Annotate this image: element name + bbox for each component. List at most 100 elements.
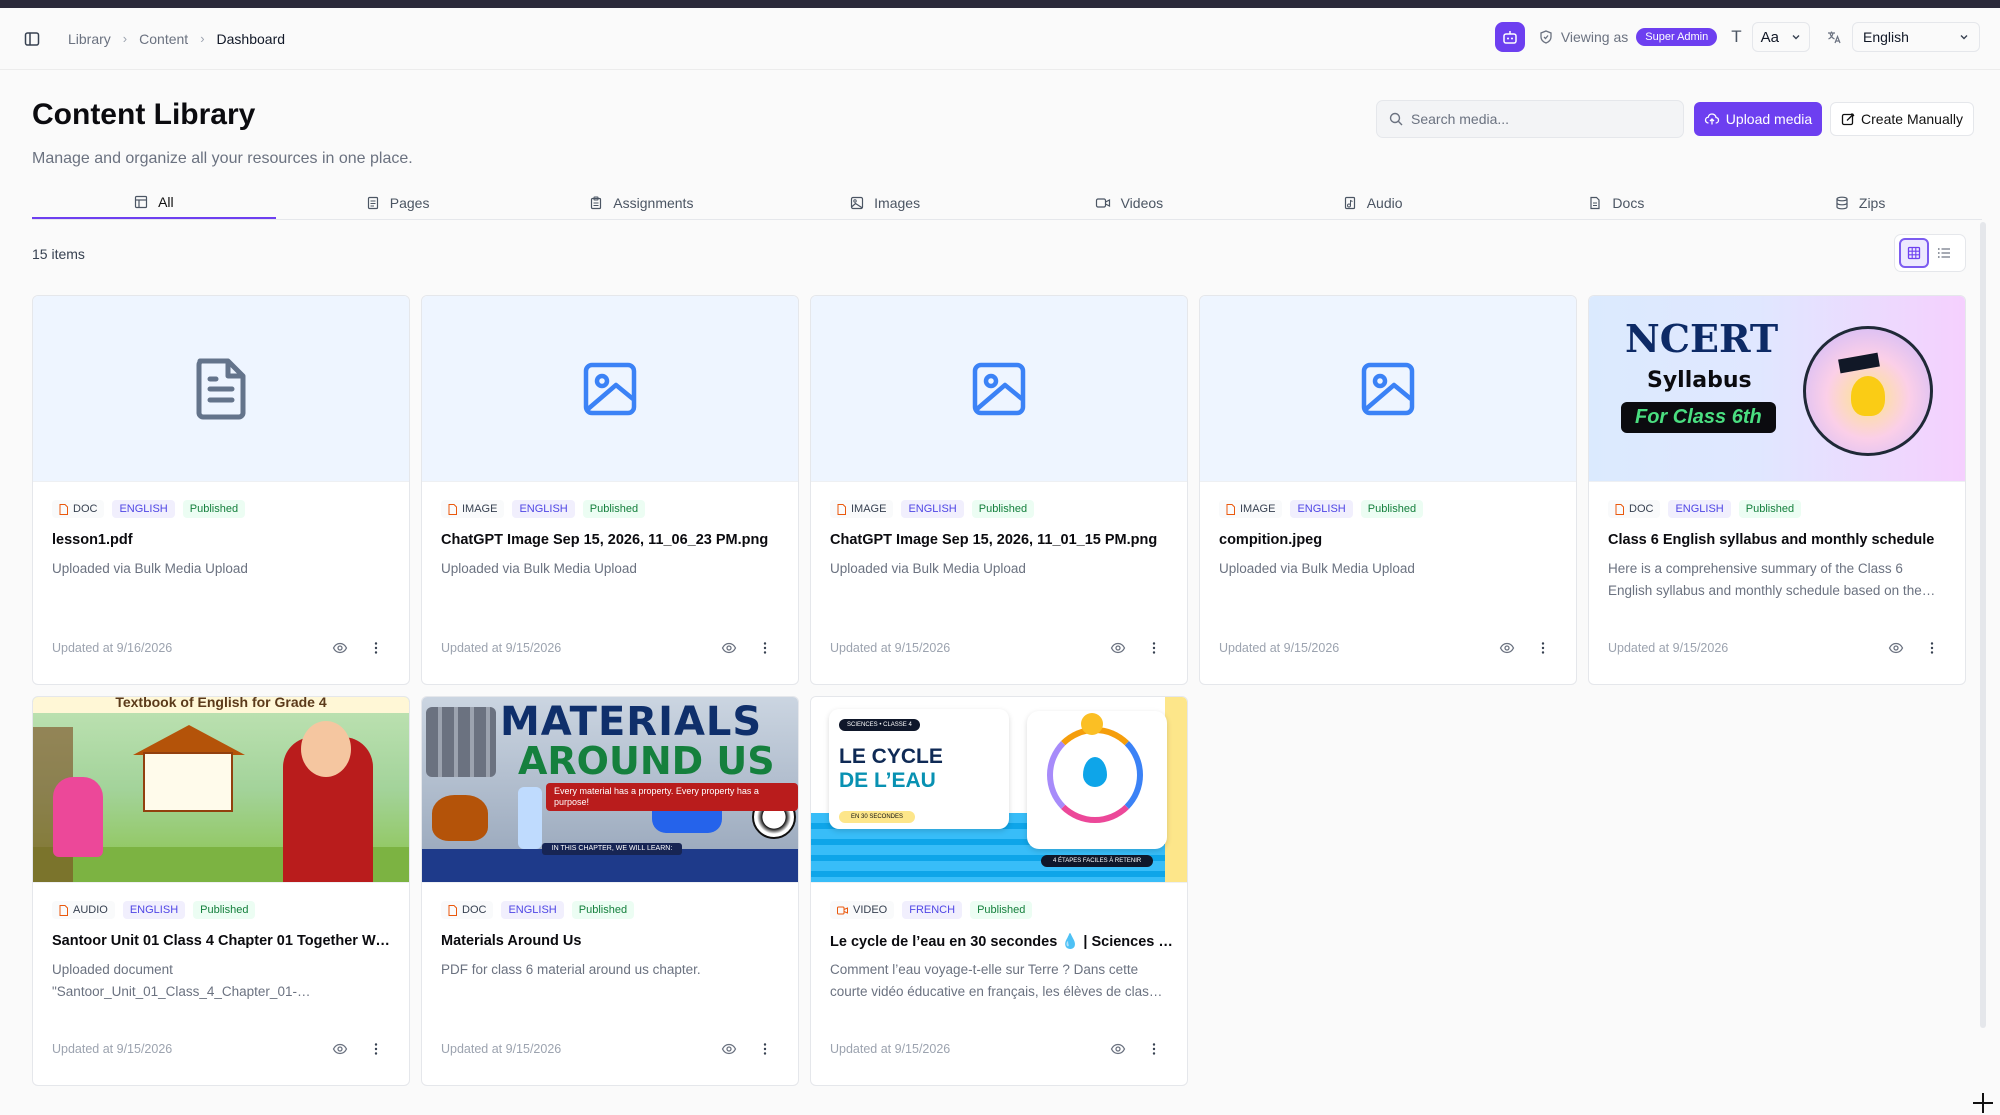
media-card[interactable]: IMAGE ENGLISH Published ChatGPT Image Se… — [421, 295, 799, 685]
more-vertical-icon[interactable] — [757, 1041, 773, 1057]
type-badge-label: VIDEO — [853, 904, 888, 916]
type-badge: IMAGE — [441, 500, 505, 518]
chevron-down-icon — [1960, 35, 1968, 40]
more-vertical-icon[interactable] — [368, 1041, 384, 1057]
tab-audio[interactable]: Audio — [1251, 186, 1495, 219]
tab-images[interactable]: Images — [763, 186, 1007, 219]
eye-icon[interactable] — [1110, 640, 1126, 656]
tab-label: Zips — [1858, 194, 1886, 211]
breadcrumb-content[interactable]: Content — [139, 31, 188, 47]
card-title[interactable]: ChatGPT Image Sep 15, 2026, 11_06_23 PM.… — [441, 532, 785, 548]
card-updated: Updated at 9/15/2026 — [52, 1042, 173, 1056]
face-illustration — [301, 721, 351, 777]
type-badge: IMAGE — [1219, 500, 1283, 518]
card-badges: DOC ENGLISH Published — [52, 500, 253, 518]
language-badge: ENGLISH — [1668, 500, 1731, 518]
file-icon — [1615, 503, 1624, 515]
thumb-text: Textbook of English for Grade 4 — [33, 697, 409, 713]
file-icon — [448, 503, 457, 515]
tab-videos[interactable]: Videos — [1007, 186, 1251, 219]
file-icon — [1226, 503, 1235, 515]
type-badge: DOC — [1608, 500, 1661, 518]
card-title[interactable]: Materials Around Us — [441, 933, 785, 949]
card-title[interactable]: Le cycle de l’eau en 30 secondes 💧 | Sci… — [830, 933, 1174, 950]
more-vertical-icon[interactable] — [1924, 640, 1940, 656]
card-description: PDF for class 6 material around us chapt… — [441, 962, 701, 977]
card-title[interactable]: compition.jpeg — [1219, 532, 1563, 548]
scrollbar-thumb[interactable] — [1980, 222, 1986, 1028]
card-updated: Updated at 9/15/2026 — [441, 641, 562, 655]
language-select[interactable]: English — [1852, 22, 1980, 52]
tab-all[interactable]: All — [32, 186, 276, 219]
thumb-text: NCERT — [1625, 316, 1779, 361]
more-vertical-icon[interactable] — [1146, 640, 1162, 656]
eye-icon[interactable] — [332, 640, 348, 656]
thumb-text: IN THIS CHAPTER, WE WILL LEARN: — [542, 843, 682, 855]
media-card[interactable]: DOC ENGLISH Published lesson1.pdf Upload… — [32, 295, 410, 685]
eye-icon[interactable] — [332, 1041, 348, 1057]
eye-icon[interactable] — [721, 1041, 737, 1057]
type-badge-label: DOC — [1629, 503, 1654, 515]
eye-icon[interactable] — [721, 640, 737, 656]
more-vertical-icon[interactable] — [1535, 640, 1551, 656]
scrollbar[interactable] — [1980, 222, 1988, 1028]
list-view-button[interactable] — [1929, 238, 1959, 268]
tab-assignments[interactable]: Assignments — [520, 186, 764, 219]
text-size-icon: T — [1731, 27, 1742, 46]
breadcrumb-library[interactable]: Library — [68, 31, 111, 47]
media-card[interactable]: IMAGE ENGLISH Published compition.jpeg U… — [1199, 295, 1577, 685]
status-badge: Published — [971, 500, 1035, 518]
card-title[interactable]: ChatGPT Image Sep 15, 2026, 11_01_15 PM.… — [830, 532, 1174, 548]
card-description: Uploaded via Bulk Media Upload — [52, 561, 248, 576]
sun-illustration — [1081, 713, 1103, 735]
media-card[interactable]: NCERT Syllabus For Class 6th DOC ENGLISH… — [1588, 295, 1966, 685]
search-input[interactable] — [1411, 111, 1661, 127]
card-description: Uploaded via Bulk Media Upload — [1219, 561, 1415, 576]
eye-icon[interactable] — [1888, 640, 1904, 656]
doc-icon — [1590, 196, 1601, 209]
pot-illustration — [432, 795, 488, 841]
search-box[interactable] — [1376, 100, 1684, 138]
media-card[interactable]: SCIENCES • CLASSE 4 LE CYCLE DE L’EAU EN… — [810, 696, 1188, 1086]
eye-icon[interactable] — [1110, 1041, 1126, 1057]
eye-icon[interactable] — [1499, 640, 1515, 656]
type-badge-label: DOC — [462, 904, 487, 916]
ai-assistant-button[interactable] — [1494, 22, 1525, 52]
create-manually-label: Create Manually — [1861, 111, 1963, 127]
language-badge: ENGLISH — [512, 500, 575, 518]
card-thumbnail: MATERIALS AROUND US Every material has a… — [422, 697, 798, 883]
more-vertical-icon[interactable] — [1146, 1041, 1162, 1057]
more-vertical-icon[interactable] — [368, 640, 384, 656]
chevron-right-icon: › — [200, 31, 205, 46]
clipboard-icon — [591, 196, 602, 209]
more-vertical-icon[interactable] — [757, 640, 773, 656]
card-updated: Updated at 9/15/2026 — [441, 1042, 562, 1056]
card-thumbnail — [33, 296, 409, 482]
card-title[interactable]: lesson1.pdf — [52, 532, 396, 548]
card-updated: Updated at 9/15/2026 — [830, 641, 951, 655]
media-card[interactable]: Textbook of English for Grade 4 AUDIO EN… — [32, 696, 410, 1086]
media-card[interactable]: IMAGE ENGLISH Published ChatGPT Image Se… — [810, 295, 1188, 685]
video-icon — [837, 906, 848, 914]
tab-docs[interactable]: Docs — [1495, 186, 1739, 219]
create-manually-button[interactable]: Create Manually — [1830, 102, 1974, 136]
chevron-right-icon: › — [122, 31, 128, 46]
upload-media-button[interactable]: Upload media — [1694, 102, 1822, 136]
language-value: English — [1863, 29, 1909, 45]
document-icon — [196, 358, 246, 419]
type-badge-label: IMAGE — [1240, 503, 1276, 515]
tab-label: Docs — [1612, 194, 1645, 211]
sidebar-toggle-icon[interactable] — [20, 27, 44, 51]
layout-icon — [134, 195, 148, 208]
card-title[interactable]: Class 6 English syllabus and monthly sch… — [1608, 532, 1952, 548]
shield-icon — [1540, 30, 1552, 44]
tab-pages[interactable]: Pages — [276, 186, 520, 219]
font-size-select[interactable]: Aa — [1751, 22, 1810, 52]
tab-label: Videos — [1120, 194, 1164, 211]
tab-zips[interactable]: Zips — [1738, 186, 1982, 219]
media-card[interactable]: MATERIALS AROUND US Every material has a… — [421, 696, 799, 1086]
status-badge: Published — [582, 500, 646, 518]
card-title[interactable]: Santoor Unit 01 Class 4 Chapter 01 Toget… — [52, 933, 396, 949]
items-count: 15 items — [32, 246, 85, 262]
grid-view-button[interactable] — [1899, 238, 1929, 268]
